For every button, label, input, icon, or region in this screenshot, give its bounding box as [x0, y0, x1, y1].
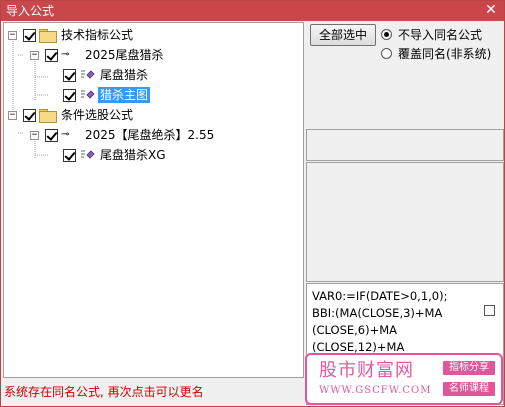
- checkbox[interactable]: [45, 48, 58, 62]
- collapse-icon[interactable]: −: [30, 50, 39, 60]
- tree-node-label: 技术指标公式: [61, 28, 134, 42]
- tree-node-label: 尾盘猎杀: [100, 68, 149, 82]
- collapse-icon[interactable]: −: [30, 130, 39, 140]
- watermark-brand: 股市财富网: [319, 360, 414, 381]
- checkbox[interactable]: [63, 88, 76, 102]
- watermark-tag: 指标分享: [443, 361, 495, 375]
- tree-node-label: 尾盘猎杀XG: [100, 148, 166, 162]
- title-bar[interactable]: 导入公式 ✕: [1, 1, 504, 21]
- checkbox[interactable]: [45, 128, 58, 142]
- folder-icon: [39, 29, 57, 43]
- formula-icon: [81, 70, 95, 79]
- radio-no-import[interactable]: 不导入同名公式: [381, 26, 482, 42]
- tree-node-formula[interactable]: 尾盘猎杀: [63, 66, 150, 84]
- checkbox[interactable]: [63, 68, 76, 82]
- tree-node-group[interactable]: − ⊸ 2025尾盘猎杀: [30, 46, 166, 64]
- formula-icon: [81, 90, 95, 99]
- tree-node-group[interactable]: − ⊸ 2025【尾盘绝杀】2.55: [30, 126, 216, 144]
- radio-button[interactable]: [381, 47, 392, 59]
- radio-label: 覆盖同名(非系统): [398, 46, 492, 61]
- info-panel-top: [306, 129, 504, 161]
- code-line: BBI:(MA(CLOSE,3)+MA: [312, 306, 443, 320]
- tree-node-label: 猎杀主图: [98, 87, 151, 103]
- tree-node-formula[interactable]: 尾盘猎杀XG: [63, 146, 168, 164]
- checkbox[interactable]: [23, 108, 36, 122]
- code-line: VAR0:=IF(DATE>0,1,0);: [312, 289, 448, 303]
- checkbox[interactable]: [23, 28, 36, 42]
- select-all-button[interactable]: 全部选中: [310, 24, 376, 46]
- import-formula-dialog: 导入公式 ✕ − 技术指标公式 − ⊸ 2025尾盘猎杀 尾盘猎杀 猎杀主图 −…: [0, 0, 505, 407]
- key-icon: ⊸: [61, 49, 70, 60]
- watermark-url: WWW.GSCFW.COM: [319, 385, 432, 396]
- collapse-icon[interactable]: −: [8, 110, 17, 120]
- tree-node-stock-screening[interactable]: − 条件选股公式: [8, 106, 135, 124]
- window-title: 导入公式: [6, 4, 55, 18]
- status-message: 系统存在同名公式, 再次点击可以更名: [4, 385, 204, 399]
- radio-overwrite[interactable]: 覆盖同名(非系统): [381, 45, 491, 61]
- radio-label: 不导入同名公式: [398, 27, 483, 42]
- tree-node-formula-selected[interactable]: 猎杀主图: [63, 86, 151, 104]
- site-watermark: 股市财富网 WWW.GSCFW.COM 指标分享 名师课程: [305, 353, 503, 405]
- tree-node-label: 2025【尾盘绝杀】2.55: [85, 128, 215, 142]
- formula-tree[interactable]: − 技术指标公式 − ⊸ 2025尾盘猎杀 尾盘猎杀 猎杀主图 − 条件选股公式…: [3, 22, 304, 378]
- folder-icon: [39, 109, 57, 123]
- code-checkbox[interactable]: [484, 305, 495, 316]
- info-panel-middle: [306, 162, 504, 282]
- tree-node-label: 2025尾盘猎杀: [85, 48, 164, 62]
- radio-button[interactable]: [381, 28, 392, 40]
- checkbox[interactable]: [63, 148, 76, 162]
- tree-node-label: 条件选股公式: [61, 108, 134, 122]
- key-icon: ⊸: [61, 129, 70, 140]
- collapse-icon[interactable]: −: [8, 30, 17, 40]
- code-line: (CLOSE,6)+MA: [312, 323, 398, 337]
- close-icon[interactable]: ✕: [484, 2, 498, 18]
- watermark-tag: 名师课程: [443, 382, 495, 396]
- code-line: (CLOSE,12)+MA: [312, 340, 405, 354]
- tree-node-technical-indicators[interactable]: − 技术指标公式: [8, 26, 135, 44]
- formula-icon: [81, 150, 95, 159]
